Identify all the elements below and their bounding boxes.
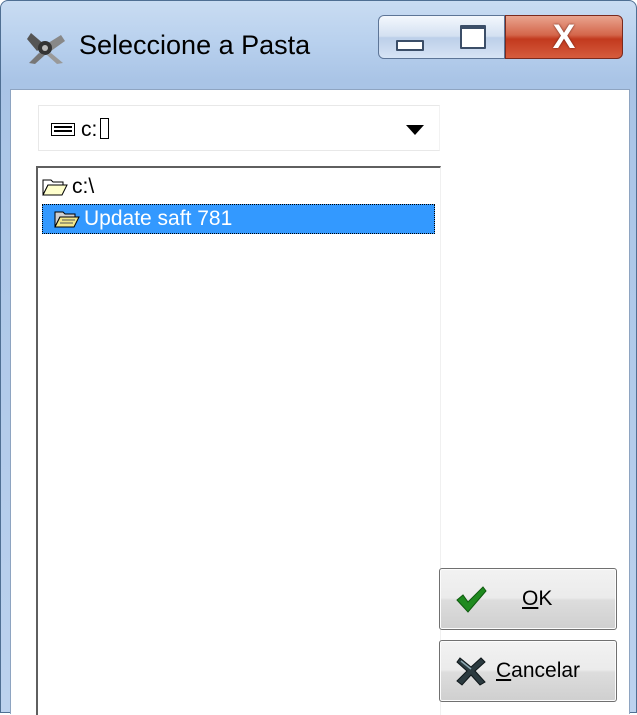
drive-label: c:: [81, 118, 110, 142]
open-folder-icon: [42, 179, 68, 196]
maximize-icon: [459, 25, 486, 49]
checkmark-icon: [456, 586, 487, 613]
folder-name: Update saft 781: [84, 207, 233, 230]
minimize-icon: [396, 39, 424, 51]
chevron-down-icon[interactable]: [406, 125, 424, 135]
cancel-button-label: Cancelar: [496, 659, 581, 682]
folder-name: c:\: [72, 175, 95, 198]
dialog-client-area: c: c:\ Update saft 781 OK Cancelar: [10, 89, 630, 715]
ok-button-label: OK: [522, 587, 553, 610]
close-icon: X: [552, 18, 576, 56]
ok-button[interactable]: OK: [439, 568, 617, 630]
close-button[interactable]: X: [505, 15, 623, 59]
drive-icon: [51, 123, 75, 136]
folder-list[interactable]: c:\ Update saft 781: [36, 166, 441, 715]
maximize-button[interactable]: [441, 15, 505, 59]
app-icon: [27, 33, 65, 64]
drive-select[interactable]: c:: [38, 105, 440, 151]
list-item-selected[interactable]: Update saft 781: [42, 204, 435, 234]
dialog-window: Seleccione a Pasta X c: c:\ Update saft …: [0, 0, 637, 715]
open-folder-icon: [54, 211, 80, 228]
text-cursor: [100, 118, 110, 139]
list-item[interactable]: c:\: [42, 172, 94, 202]
title-bar[interactable]: Seleccione a Pasta X: [1, 1, 637, 89]
window-title: Seleccione a Pasta: [79, 30, 311, 60]
cancel-button[interactable]: Cancelar: [439, 640, 617, 702]
x-cross-icon: [456, 657, 486, 686]
minimize-button[interactable]: [378, 15, 442, 59]
